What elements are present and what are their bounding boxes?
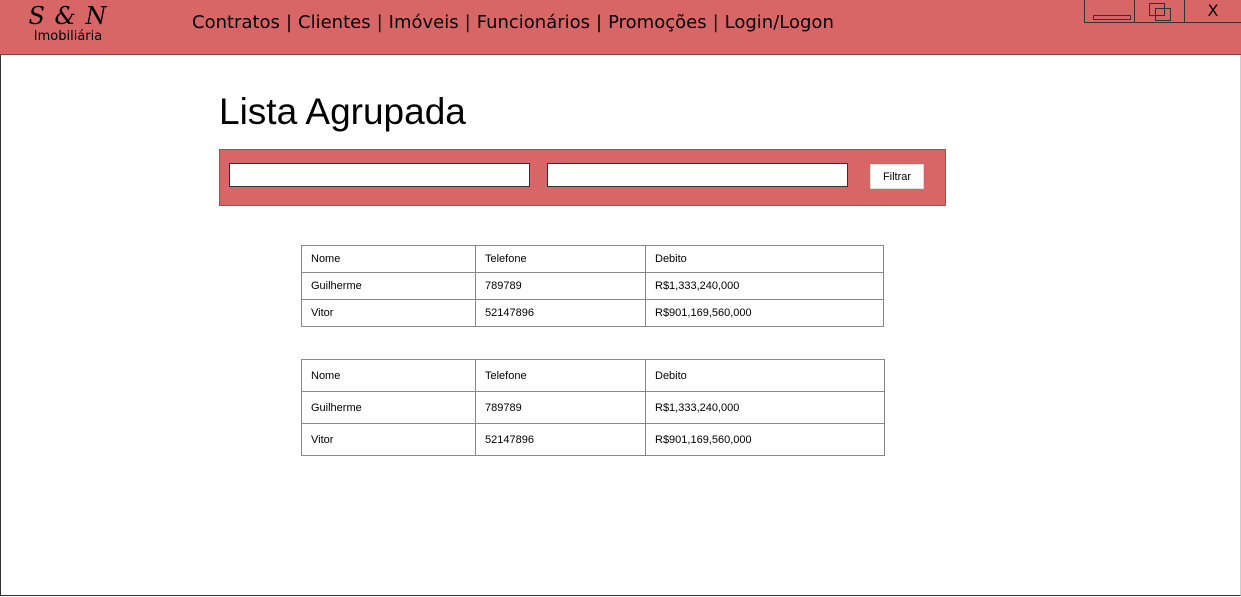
nav-item-contratos[interactable]: Contratos [192,12,280,33]
nav-item-imoveis[interactable]: Imóveis [389,12,459,33]
page-title: Lista Agrupada [219,91,466,132]
filter-input-2[interactable] [547,163,848,187]
nav-separator: | [464,12,471,33]
column-header-nome: Nome [301,245,476,273]
cell-debito: R$1,333,240,000 [645,391,885,424]
restore-icon-back [1155,8,1171,21]
close-icon: X [1207,1,1219,20]
nav-item-promocoes[interactable]: Promoções [608,12,706,33]
minimize-icon [1093,15,1131,20]
table-row: Vitor 52147896 R$901,169,560,000 [301,423,885,456]
nav-separator: | [285,12,293,33]
filter-input-1[interactable] [229,163,530,187]
column-header-telefone: Telefone [475,245,646,273]
cell-nome: Vitor [301,299,476,327]
nav-item-funcionarios[interactable]: Funcionários [477,12,590,33]
table-row: Guilherme 789789 R$1,333,240,000 [301,272,884,300]
nav-item-login[interactable]: Login/Logon [725,12,834,33]
nav-separator: | [596,12,603,33]
column-header-debito: Debito [645,245,884,273]
top-bar: S & N Imobiliária Contratos | Clientes | Imó… [0,0,1241,55]
table-row: Guilherme 789789 R$1,333,240,000 [301,391,885,424]
logo-mark: S & N [28,2,108,30]
minimize-button[interactable] [1084,0,1136,23]
nav-separator: | [376,12,383,33]
maximize-button[interactable] [1134,0,1186,23]
logo[interactable]: S & N Imobiliária [22,2,114,44]
cell-debito: R$901,169,560,000 [645,423,885,456]
grouped-table-2: Nome Telefone Debito Guilherme 789789 R$… [301,359,885,456]
cell-telefone: 789789 [475,391,646,424]
column-header-debito: Debito [645,359,885,392]
nav-separator: | [712,12,719,33]
cell-nome: Guilherme [301,272,476,300]
close-button[interactable]: X [1184,0,1241,23]
nav-item-clientes[interactable]: Clientes [298,12,371,33]
table-header-row: Nome Telefone Debito [301,359,885,392]
cell-telefone: 52147896 [475,423,646,456]
main-nav: Contratos | Clientes | Imóveis | Funcionários |… [192,12,834,33]
cell-debito: R$1,333,240,000 [645,272,884,300]
column-header-telefone: Telefone [475,359,646,392]
grouped-table-1: Nome Telefone Debito Guilherme 789789 R$… [301,245,884,327]
column-header-nome: Nome [301,359,476,392]
cell-nome: Guilherme [301,391,476,424]
logo-subtitle: Imobiliária [33,29,103,44]
filter-panel: Filtrar [219,149,946,206]
cell-telefone: 52147896 [475,299,646,327]
filter-button[interactable]: Filtrar [870,164,924,189]
cell-nome: Vitor [301,423,476,456]
table-row: Vitor 52147896 R$901,169,560,000 [301,299,884,327]
cell-debito: R$901,169,560,000 [645,299,884,327]
cell-telefone: 789789 [475,272,646,300]
table-header-row: Nome Telefone Debito [301,245,884,273]
